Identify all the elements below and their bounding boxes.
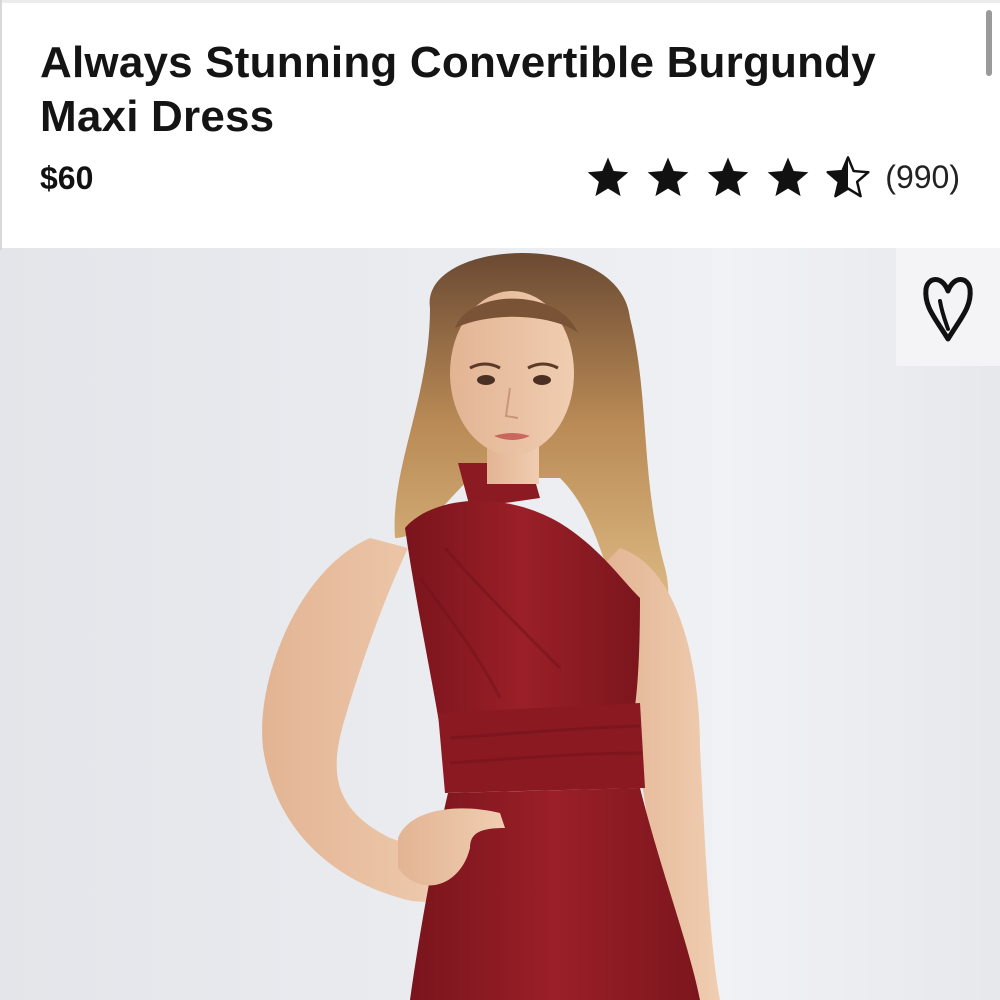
scrollbar[interactable]	[986, 10, 992, 76]
product-price: $60	[40, 160, 94, 196]
star-icon	[767, 157, 809, 197]
product-page: Always Stunning Convertible Burgundy Max…	[0, 0, 1000, 1000]
star-icon	[587, 157, 629, 197]
top-divider	[0, 0, 1000, 3]
star-icon	[647, 157, 689, 197]
review-count[interactable]: (990)	[885, 157, 960, 197]
product-image[interactable]	[0, 248, 1000, 1000]
left-divider	[0, 0, 2, 250]
product-header: Always Stunning Convertible Burgundy Max…	[0, 0, 1000, 248]
product-rating[interactable]: (990)	[585, 150, 960, 204]
product-title: Always Stunning Convertible Burgundy Max…	[40, 38, 876, 141]
model-photo	[0, 248, 1000, 1000]
half-star-icon	[826, 156, 870, 198]
heart-icon	[923, 277, 973, 342]
wishlist-button[interactable]	[896, 248, 1000, 366]
star-icon	[707, 157, 749, 197]
